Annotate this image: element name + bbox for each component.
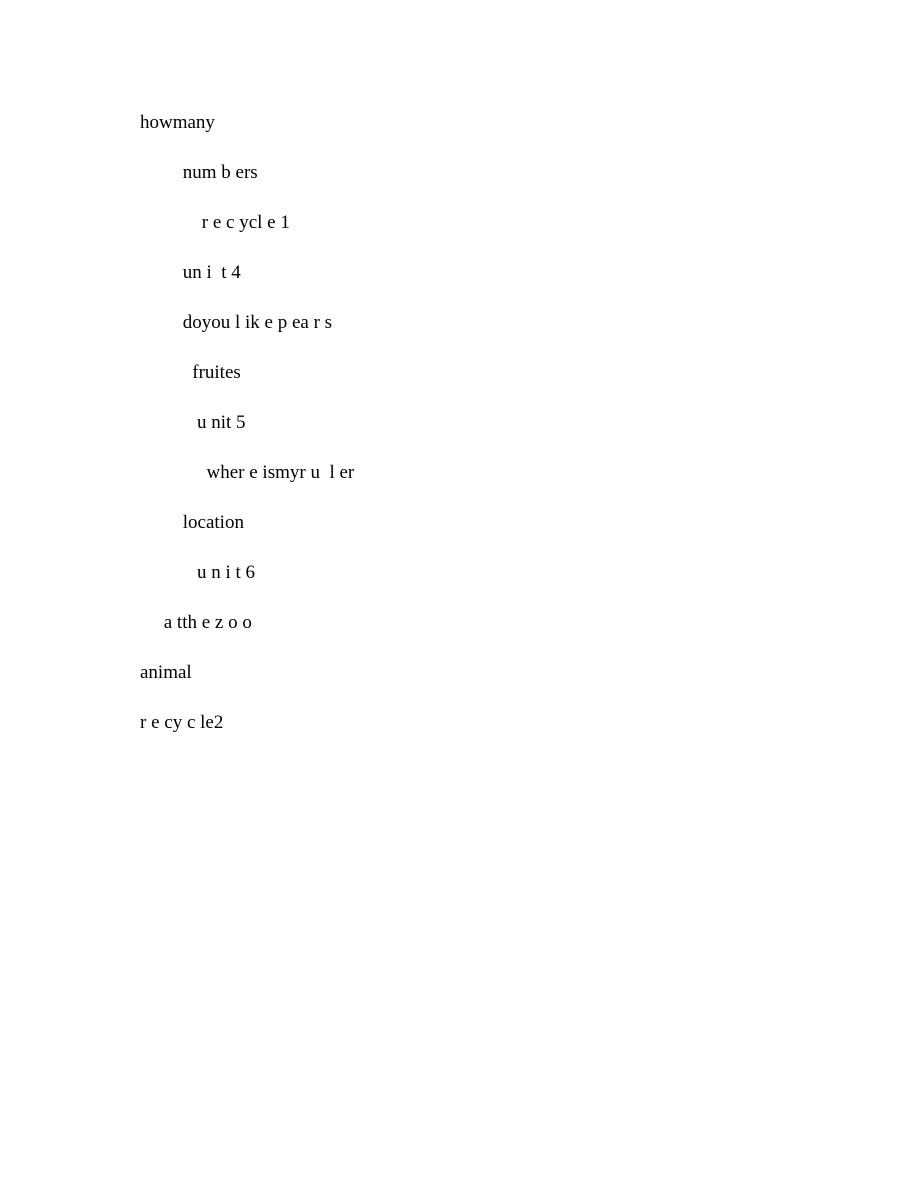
text-line: u n i t 6	[140, 562, 920, 584]
text-line: u nit 5	[140, 412, 920, 434]
text-line: num b ers	[140, 162, 920, 184]
text-line: fruites	[140, 362, 920, 384]
text-line: wher e ismyr u l er	[140, 462, 920, 484]
text-line: animal	[140, 662, 920, 684]
text-line: a tth e z o o	[140, 612, 920, 634]
text-line: r e c ycl e 1	[140, 212, 920, 234]
text-line: r e cy c le2	[140, 712, 920, 734]
text-line: location	[140, 512, 920, 534]
text-line: doyou l ik e p ea r s	[140, 312, 920, 334]
text-line: un i t 4	[140, 262, 920, 284]
text-line: howmany	[140, 112, 920, 134]
document-content: howmany num b ers r e c ycl e 1 un i t 4…	[140, 112, 920, 734]
